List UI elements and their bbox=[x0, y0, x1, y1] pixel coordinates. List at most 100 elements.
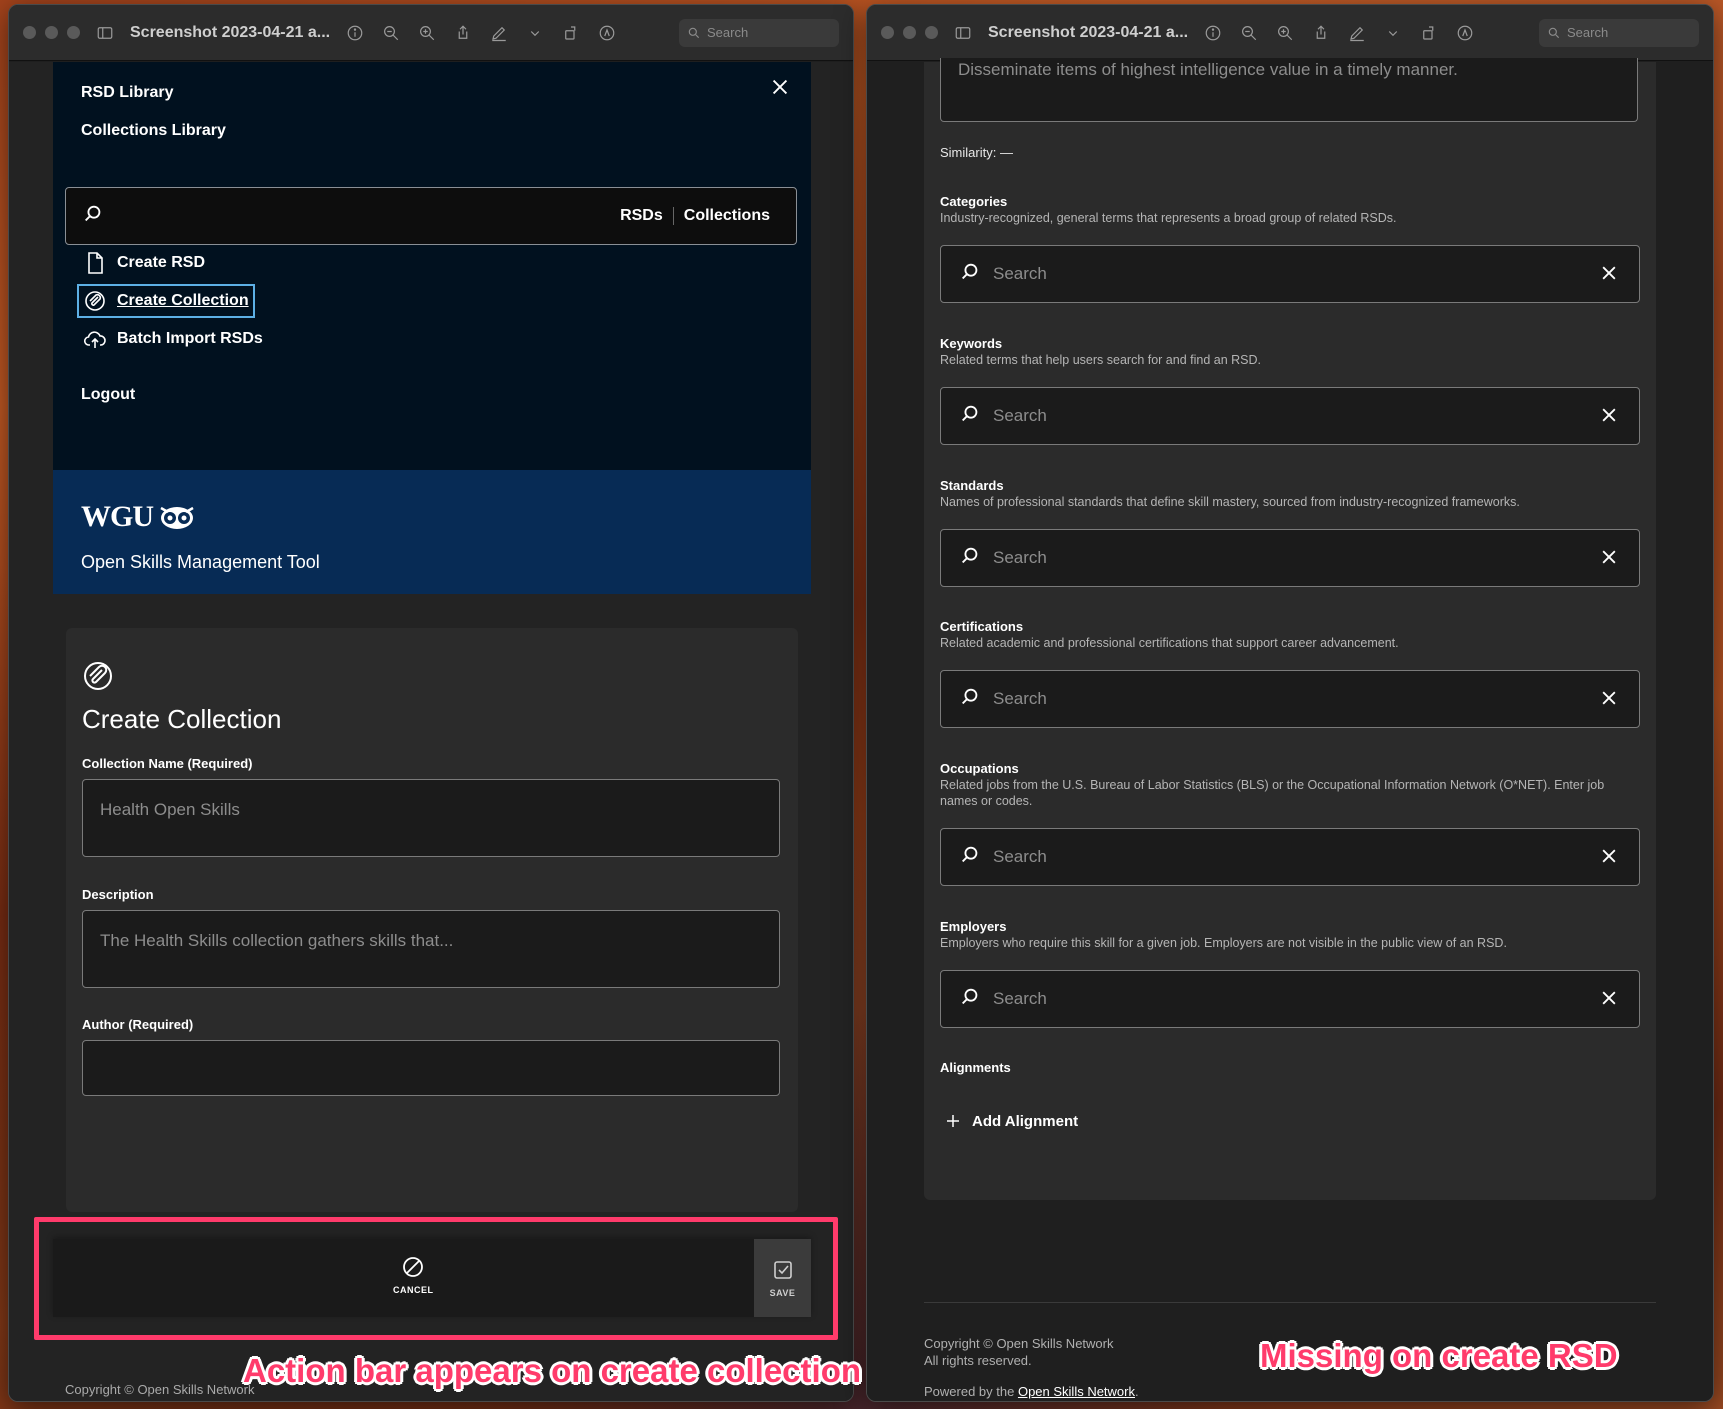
toolbar-search-field[interactable]: Search bbox=[1539, 18, 1699, 47]
create-rsd-form: Disseminate items of highest intelligenc… bbox=[924, 58, 1656, 1200]
search-icon bbox=[959, 261, 981, 288]
rotate-icon[interactable] bbox=[560, 22, 582, 44]
zoom-in-icon[interactable] bbox=[1274, 22, 1296, 44]
nav-menu-panel: RSD Library Collections Library RSDs Col… bbox=[53, 62, 811, 470]
clear-icon[interactable] bbox=[1599, 688, 1621, 710]
page-title: Create Collection bbox=[82, 704, 282, 734]
share-icon[interactable] bbox=[1310, 22, 1332, 44]
add-alignment-label: Add Alignment bbox=[972, 1112, 1079, 1130]
search-placeholder: Search bbox=[993, 406, 1047, 425]
create-collection-link[interactable]: Create Collection bbox=[77, 284, 255, 318]
zoom-window-button[interactable] bbox=[67, 26, 80, 39]
categories-search-input[interactable]: Search bbox=[940, 245, 1640, 303]
search-placeholder: Search bbox=[993, 989, 1047, 1008]
section-title: Employers bbox=[940, 919, 1007, 934]
certifications-search-input[interactable]: Search bbox=[940, 670, 1640, 728]
markup-icon[interactable] bbox=[1346, 22, 1368, 44]
search-icon bbox=[1548, 27, 1560, 38]
create-collection-form: Create Collection Collection Name (Requi… bbox=[66, 628, 798, 1212]
author-input[interactable] bbox=[82, 1040, 780, 1096]
sidebar-toggle-icon[interactable] bbox=[94, 22, 116, 44]
close-window-button[interactable] bbox=[23, 26, 36, 39]
minimize-window-button[interactable] bbox=[903, 26, 916, 39]
traffic-lights[interactable] bbox=[881, 26, 938, 39]
brand-banner: WGU Open Skills Management Tool bbox=[53, 470, 811, 594]
standards-search-input[interactable]: Search bbox=[940, 529, 1640, 587]
section-description: Names of professional standards that def… bbox=[940, 495, 1520, 509]
section-description: Related academic and professional certif… bbox=[940, 636, 1399, 650]
info-icon[interactable] bbox=[1202, 22, 1224, 44]
search-icon bbox=[688, 27, 700, 38]
zoom-out-icon[interactable] bbox=[1238, 22, 1260, 44]
menu-link-collections-library[interactable]: Collections Library bbox=[81, 122, 226, 140]
traffic-lights[interactable] bbox=[23, 26, 80, 39]
author-label: Author (Required) bbox=[82, 1017, 194, 1032]
annotation-left: Action bar appears on create collection bbox=[243, 1352, 862, 1389]
keywords-search-input[interactable]: Search bbox=[940, 387, 1640, 445]
annotate-icon[interactable] bbox=[596, 22, 618, 44]
employers-search-input[interactable]: Search bbox=[940, 970, 1640, 1028]
occupations-search-input[interactable]: Search bbox=[940, 828, 1640, 886]
search-tab-collections[interactable]: Collections bbox=[672, 207, 780, 225]
description-input[interactable]: The Health Skills collection gathers ski… bbox=[82, 910, 780, 988]
search-tab-rsds[interactable]: RSDs bbox=[610, 207, 673, 225]
right-titlebar: Screenshot 2023-04-21 a... Search bbox=[867, 5, 1713, 61]
chevron-down-icon[interactable] bbox=[1382, 22, 1404, 44]
close-menu-icon[interactable] bbox=[769, 76, 793, 100]
menu-search-field[interactable]: RSDs Collections bbox=[65, 187, 797, 245]
annotate-icon[interactable] bbox=[1454, 22, 1476, 44]
left-preview-window: Screenshot 2023-04-21 a... Search RSD Li… bbox=[8, 4, 854, 1402]
clear-icon[interactable] bbox=[1599, 988, 1621, 1010]
plus-icon bbox=[947, 1115, 959, 1127]
toolbar-search-field[interactable]: Search bbox=[679, 18, 839, 47]
share-icon[interactable] bbox=[452, 22, 474, 44]
window-title: Screenshot 2023-04-21 a... bbox=[988, 23, 1189, 41]
section-title: Categories bbox=[940, 194, 1008, 209]
section-description: Related jobs from the U.S. Bureau of Lab… bbox=[940, 778, 1605, 808]
batch-import-link[interactable]: Batch Import RSDs bbox=[79, 324, 267, 354]
section-title: Standards bbox=[940, 478, 1004, 493]
batch-import-label: Batch Import RSDs bbox=[117, 330, 263, 347]
open-skills-network-link[interactable]: Open Skills Network bbox=[1018, 1384, 1135, 1399]
search-icon bbox=[959, 986, 981, 1013]
toolbar-search-placeholder: Search bbox=[707, 25, 749, 40]
skill-statement-input[interactable]: Disseminate items of highest intelligenc… bbox=[940, 58, 1638, 122]
cloud-upload-icon bbox=[83, 331, 106, 348]
action-bar-highlight bbox=[34, 1217, 838, 1340]
create-collection-label: Create Collection bbox=[117, 292, 249, 309]
search-icon bbox=[959, 545, 981, 572]
zoom-in-icon[interactable] bbox=[416, 22, 438, 44]
logo-text: WGU bbox=[81, 500, 154, 533]
owl-icon bbox=[160, 506, 194, 529]
menu-link-rsd-library[interactable]: RSD Library bbox=[81, 84, 173, 102]
zoom-out-icon[interactable] bbox=[380, 22, 402, 44]
create-rsd-link[interactable]: Create RSD bbox=[79, 248, 209, 278]
search-placeholder: Search bbox=[993, 847, 1047, 866]
sidebar-toggle-icon[interactable] bbox=[952, 22, 974, 44]
wgu-logo[interactable]: WGU bbox=[81, 500, 195, 534]
zoom-window-button[interactable] bbox=[925, 26, 938, 39]
paperclip-icon bbox=[82, 660, 114, 692]
logout-link[interactable]: Logout bbox=[81, 386, 135, 404]
left-page-content: RSD Library Collections Library RSDs Col… bbox=[9, 62, 853, 1401]
chevron-down-icon[interactable] bbox=[524, 22, 546, 44]
collection-name-input[interactable]: Health Open Skills bbox=[82, 779, 780, 857]
powered-suffix: . bbox=[1135, 1384, 1139, 1399]
search-scope-tabs: RSDs Collections bbox=[610, 207, 780, 225]
markup-icon[interactable] bbox=[488, 22, 510, 44]
clear-icon[interactable] bbox=[1599, 547, 1621, 569]
annotation-right: Missing on create RSD bbox=[1260, 1337, 1618, 1374]
search-icon bbox=[82, 203, 104, 230]
info-icon[interactable] bbox=[344, 22, 366, 44]
clear-icon[interactable] bbox=[1599, 846, 1621, 868]
rotate-icon[interactable] bbox=[1418, 22, 1440, 44]
search-icon bbox=[959, 844, 981, 871]
right-preview-window: Screenshot 2023-04-21 a... Search Dissem… bbox=[866, 4, 1714, 1402]
clear-icon[interactable] bbox=[1599, 263, 1621, 285]
close-window-button[interactable] bbox=[881, 26, 894, 39]
clear-icon[interactable] bbox=[1599, 405, 1621, 427]
left-titlebar: Screenshot 2023-04-21 a... Search bbox=[9, 5, 853, 61]
section-description: Related terms that help users search for… bbox=[940, 353, 1261, 367]
add-alignment-button[interactable]: Add Alignment bbox=[944, 1112, 1078, 1130]
minimize-window-button[interactable] bbox=[45, 26, 58, 39]
